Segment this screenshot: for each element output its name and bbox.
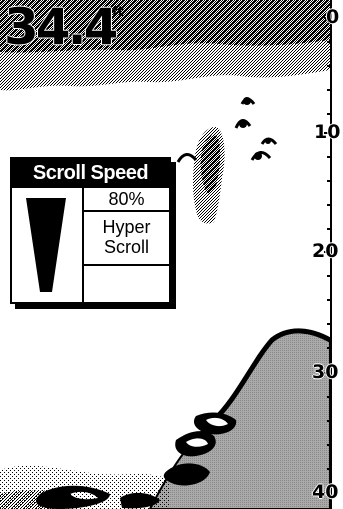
scroll-speed-popup[interactable]: Scroll Speed 80% Hyper Scroll [10, 157, 171, 304]
scale-label-30: 30 [312, 361, 339, 383]
scale-label-0: 0 [326, 6, 340, 28]
hyper-scroll-option[interactable]: Hyper Scroll [84, 212, 169, 266]
scale-label-20: 20 [312, 240, 339, 262]
hyper-scroll-label-2: Scroll [103, 237, 149, 257]
bottom-clutter-dense [0, 490, 60, 509]
scroll-speed-value[interactable]: 80% [84, 188, 169, 212]
popup-title: Scroll Speed [12, 159, 169, 188]
sonar-screen: 0 10 20 30 40 34.4 ft Scroll Speed 80% H… [0, 0, 343, 509]
depth-readout: 34.4 [4, 0, 118, 56]
depth-unit: ft [112, 5, 124, 20]
speed-gauge [12, 188, 84, 302]
fish-arches [176, 97, 278, 163]
scale-label-10: 10 [314, 121, 341, 143]
scale-label-40: 40 [312, 481, 339, 503]
hyper-scroll-label-1: Hyper [102, 217, 151, 237]
fish-heads [239, 97, 271, 160]
speed-wedge-icon [26, 198, 66, 292]
